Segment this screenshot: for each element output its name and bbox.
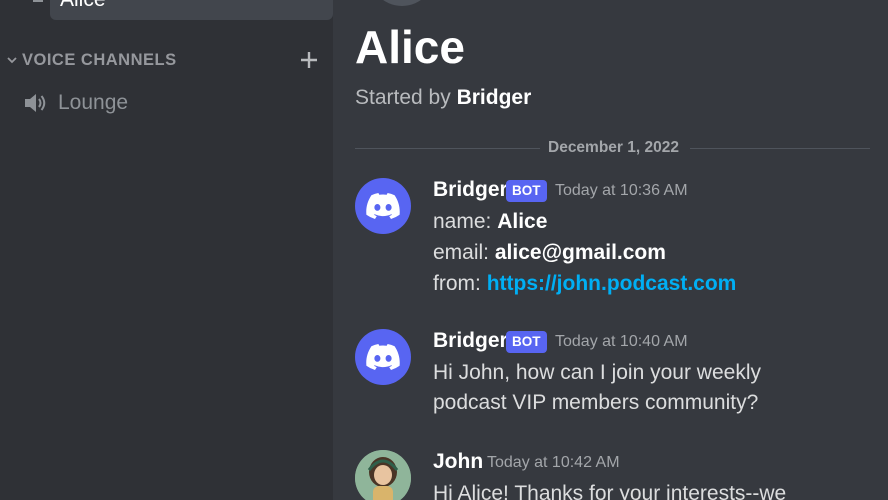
thread-spine-icon xyxy=(33,0,43,2)
message-author[interactable]: Bridger xyxy=(433,178,508,202)
discord-logo-icon xyxy=(366,344,400,370)
thread-view: Alice Started by Bridger December 1, 202… xyxy=(333,0,888,500)
starter-name[interactable]: Bridger xyxy=(457,86,532,109)
channel-sidebar: Alice VOICE CHANNELS Lounge xyxy=(0,0,333,500)
date-divider-label: December 1, 2022 xyxy=(548,139,679,157)
message-author[interactable]: John xyxy=(433,450,483,474)
started-by-prefix: Started by xyxy=(355,86,451,109)
speaker-icon xyxy=(25,94,46,112)
thread-starter: Started by Bridger xyxy=(355,86,531,110)
message-line: Hi John, how can I join your weekly xyxy=(433,361,761,384)
sidebar-item-lounge[interactable]: Lounge xyxy=(10,86,323,120)
category-label: VOICE CHANNELS xyxy=(22,51,177,69)
message-author[interactable]: Bridger xyxy=(433,329,508,353)
message-line: name: Alice xyxy=(433,210,547,234)
discord-logo-icon xyxy=(366,193,400,219)
user-avatar-illustration xyxy=(355,450,411,500)
field-value: alice@gmail.com xyxy=(494,241,666,264)
message-link[interactable]: https://john.podcast.com xyxy=(487,272,737,295)
avatar[interactable] xyxy=(355,450,411,500)
field-label: from: xyxy=(433,272,481,295)
message-line: podcast VIP members community? xyxy=(433,391,759,414)
sidebar-item-label: Lounge xyxy=(58,91,129,114)
message-timestamp: Today at 10:40 AM xyxy=(555,333,688,350)
message-line: Hi Alice! Thanks for your interests--we xyxy=(433,482,787,500)
message-timestamp: Today at 10:42 AM xyxy=(487,454,620,471)
thread-icon xyxy=(367,0,437,6)
divider-line xyxy=(355,148,540,149)
add-channel-icon[interactable] xyxy=(299,50,319,70)
page-title: Alice xyxy=(355,21,465,73)
divider-line xyxy=(690,148,870,149)
voice-channels-category[interactable]: VOICE CHANNELS xyxy=(0,48,333,74)
date-divider: December 1, 2022 xyxy=(355,136,870,160)
sidebar-item-alice-thread[interactable]: Alice xyxy=(50,0,333,20)
sidebar-item-label: Alice xyxy=(60,0,106,12)
avatar[interactable] xyxy=(355,329,411,385)
message-timestamp: Today at 10:36 AM xyxy=(555,182,688,199)
field-label: email: xyxy=(433,241,490,264)
avatar[interactable] xyxy=(355,178,411,234)
message-line: from: https://john.podcast.com xyxy=(433,272,736,296)
bot-badge: BOT xyxy=(506,331,547,353)
field-label: name: xyxy=(433,210,492,233)
field-value: Alice xyxy=(497,210,548,233)
chevron-down-icon xyxy=(7,57,17,64)
message-line: email: alice@gmail.com xyxy=(433,241,666,265)
bot-badge: BOT xyxy=(506,180,547,202)
